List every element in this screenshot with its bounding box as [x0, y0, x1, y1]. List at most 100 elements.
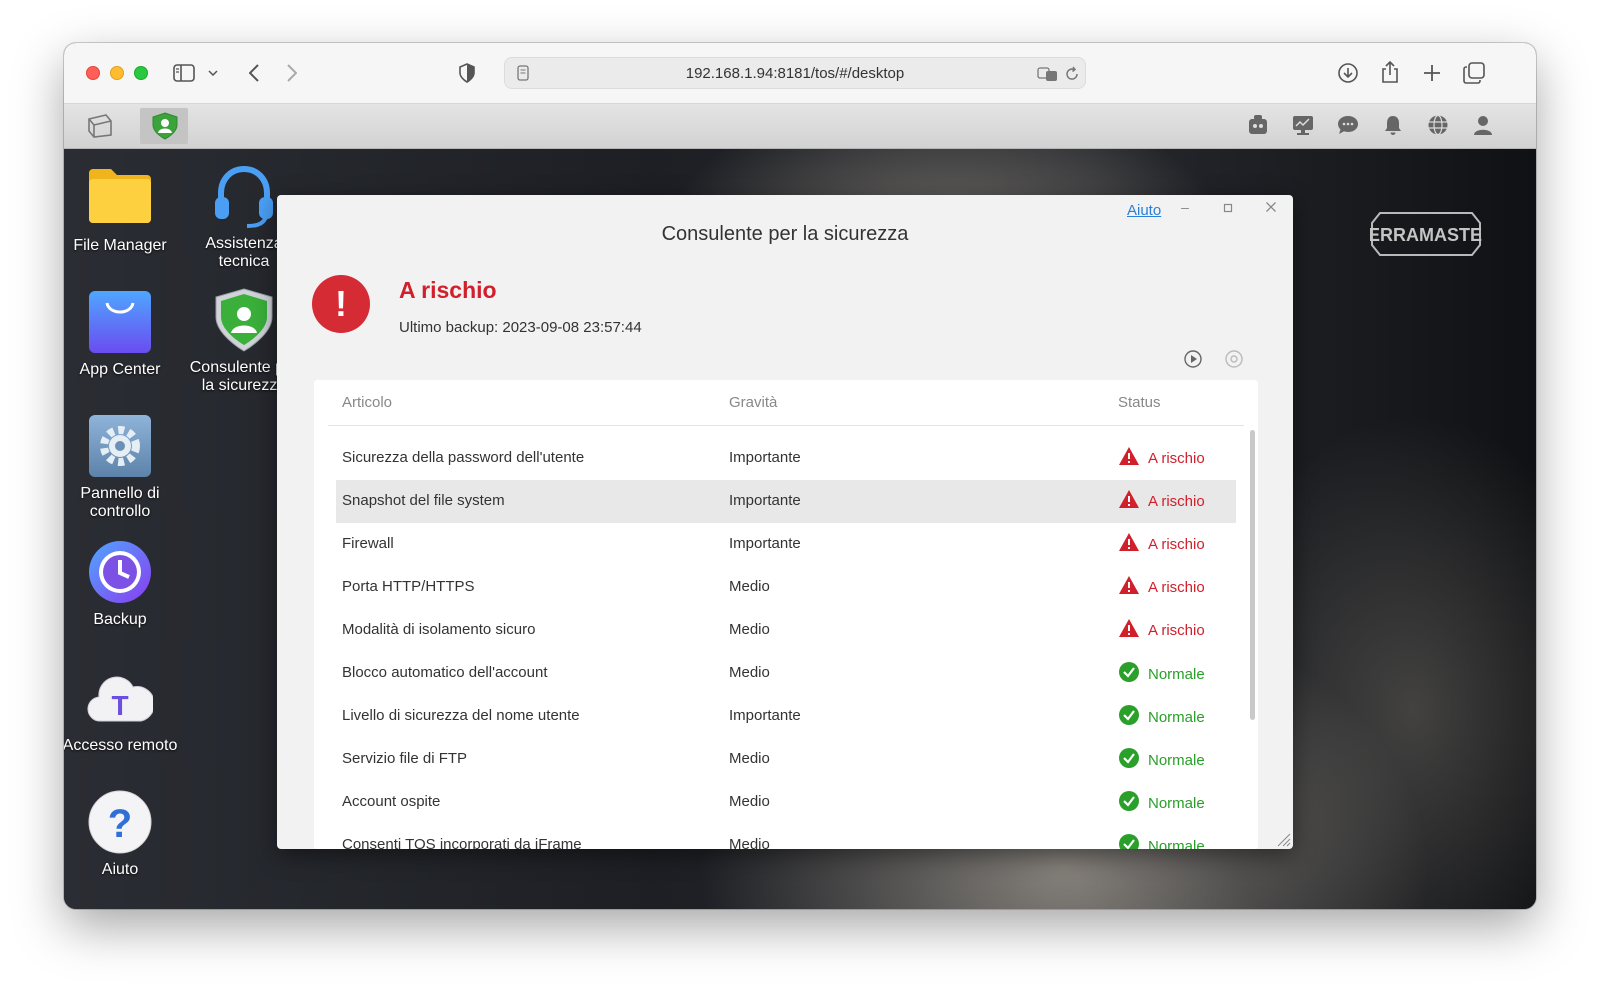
browser-toolbar: 192.168.1.94:8181/tos/#/desktop [64, 43, 1536, 104]
zoom-window-button[interactable] [134, 66, 148, 80]
desktop-icon-file-manager[interactable]: File Manager [64, 165, 180, 255]
status-text: Normale [1148, 665, 1205, 683]
table-row[interactable]: Firewall Importante A rischio [336, 523, 1236, 566]
desktop-icon-app-center[interactable]: App Center [64, 289, 180, 379]
status-text: A rischio [1148, 492, 1205, 510]
tab-overview-icon[interactable] [1462, 61, 1486, 85]
forward-icon[interactable] [282, 61, 302, 85]
desktop-icon-label: Pannello di controllo [80, 485, 160, 520]
item-severity: Importante [729, 707, 801, 724]
item-name: Account ospite [342, 793, 441, 810]
check-circle-icon [1118, 747, 1140, 773]
svg-text:TERRAMASTER: TERRAMASTER [1370, 225, 1482, 245]
notification-bell-icon[interactable] [1382, 114, 1404, 141]
desktop-icon-help[interactable]: ? Aiuto [64, 789, 180, 879]
desktop-icon-backup[interactable]: Backup [64, 539, 180, 629]
status-text: Normale [1148, 708, 1205, 726]
scan-play-icon[interactable] [1183, 349, 1203, 369]
table-row[interactable]: Account ospite Medio Normale [336, 781, 1236, 824]
desktop-icon-label: Accesso remoto [64, 737, 178, 754]
taskbar-security-app[interactable] [140, 108, 188, 144]
column-header-status[interactable]: Status [1118, 394, 1161, 411]
user-account-icon[interactable] [1472, 114, 1494, 141]
messages-icon[interactable] [1337, 114, 1359, 141]
table-row[interactable]: Consenti TOS incorporati da iFrame Medio N… [336, 824, 1236, 849]
item-name: Livello di sicurezza del nome utente [342, 707, 580, 724]
item-status: A rischio [1118, 446, 1205, 470]
item-severity: Importante [729, 535, 801, 552]
cloud-icon: T [87, 665, 155, 731]
maximize-icon[interactable] [1218, 200, 1238, 216]
svg-text:T: T [111, 690, 128, 721]
item-status: Normale [1118, 790, 1205, 816]
desktop-icon-remote-access[interactable]: T Accesso remoto [64, 665, 180, 755]
help-link[interactable]: Aiuto [1127, 202, 1161, 219]
status-text: Normale [1148, 794, 1205, 812]
check-circle-icon [1118, 661, 1140, 687]
warning-triangle-icon [1118, 575, 1140, 599]
chevron-down-icon[interactable] [206, 65, 220, 81]
item-name: Snapshot del file system [342, 492, 505, 509]
desktop-icon-label: File Manager [73, 237, 167, 254]
tos-taskbar [64, 104, 1536, 149]
table-row[interactable]: Livello di sicurezza del nome utente Impo… [336, 695, 1236, 738]
item-status: Normale [1118, 661, 1205, 687]
resize-handle-icon[interactable] [1275, 831, 1291, 847]
table-row[interactable]: Blocco automatico dell'account Medio Norma… [336, 652, 1236, 695]
shopping-bag-icon [87, 289, 153, 355]
item-status: A rischio [1118, 532, 1205, 556]
language-globe-icon[interactable] [1427, 114, 1449, 141]
desktop-icon-control-panel[interactable]: Pannello di controllo [64, 413, 180, 521]
item-status: A rischio [1118, 575, 1205, 599]
status-text: A rischio [1148, 578, 1205, 596]
show-desktop-icon[interactable] [86, 113, 114, 144]
minimize-icon[interactable]: – [1175, 199, 1195, 215]
translate-icon[interactable] [1037, 66, 1059, 87]
column-header-severity[interactable]: Gravità [729, 394, 777, 411]
item-severity: Medio [729, 578, 770, 595]
new-tab-icon[interactable] [1420, 61, 1444, 85]
table-body: Sicurezza della password dell'utente Impo… [336, 437, 1236, 849]
desktop-icon-label: App Center [79, 361, 161, 378]
item-severity: Medio [729, 836, 770, 849]
item-name: Consenti TOS incorporati da iFrame [342, 836, 582, 849]
status-text: Normale [1148, 837, 1205, 850]
item-status: Normale [1118, 833, 1205, 849]
alert-icon: ! [312, 275, 370, 333]
table-row[interactable]: Snapshot del file system Importante A risc… [336, 480, 1236, 523]
item-severity: Importante [729, 492, 801, 509]
status-text: A rischio [1148, 449, 1205, 467]
column-header-item[interactable]: Articolo [342, 394, 392, 411]
reload-icon[interactable] [1065, 66, 1079, 87]
address-bar[interactable]: 192.168.1.94:8181/tos/#/desktop [504, 57, 1086, 89]
desktop: File Manager Assistenza tecnica App Cent… [64, 149, 1536, 909]
warning-triangle-icon [1118, 446, 1140, 470]
privacy-shield-icon[interactable] [456, 61, 478, 85]
table-row[interactable]: Modalità di isolamento sicuro Medio A risc… [336, 609, 1236, 652]
widget-icon[interactable] [1247, 114, 1269, 141]
security-advisor-dialog: Aiuto – Consulente per la sicurezza ! A … [277, 195, 1293, 849]
security-items-table: Articolo Gravità Status Sicurezza della … [314, 380, 1258, 849]
item-name: Firewall [342, 535, 394, 552]
download-icon[interactable] [1336, 61, 1360, 85]
item-status: Normale [1118, 704, 1205, 730]
minimize-window-button[interactable] [110, 66, 124, 80]
warning-triangle-icon [1118, 532, 1140, 556]
share-icon[interactable] [1378, 59, 1402, 85]
check-circle-icon [1118, 704, 1140, 730]
item-severity: Medio [729, 750, 770, 767]
scrollbar[interactable] [1250, 430, 1255, 720]
item-status: A rischio [1118, 618, 1205, 642]
warning-triangle-icon [1118, 618, 1140, 642]
last-backup-text: Ultimo backup: 2023-09-08 23:57:44 [399, 319, 642, 336]
resource-monitor-icon[interactable] [1292, 114, 1314, 141]
close-window-button[interactable] [86, 66, 100, 80]
sidebar-icon[interactable] [172, 61, 196, 85]
table-row[interactable]: Servizio file di FTP Medio Normale [336, 738, 1236, 781]
svg-text:?: ? [108, 802, 132, 846]
settings-icon[interactable] [1224, 349, 1244, 369]
close-icon[interactable] [1261, 200, 1281, 216]
back-icon[interactable] [244, 61, 264, 85]
table-row[interactable]: Porta HTTP/HTTPS Medio A rischio [336, 566, 1236, 609]
table-row[interactable]: Sicurezza della password dell'utente Impo… [336, 437, 1236, 480]
